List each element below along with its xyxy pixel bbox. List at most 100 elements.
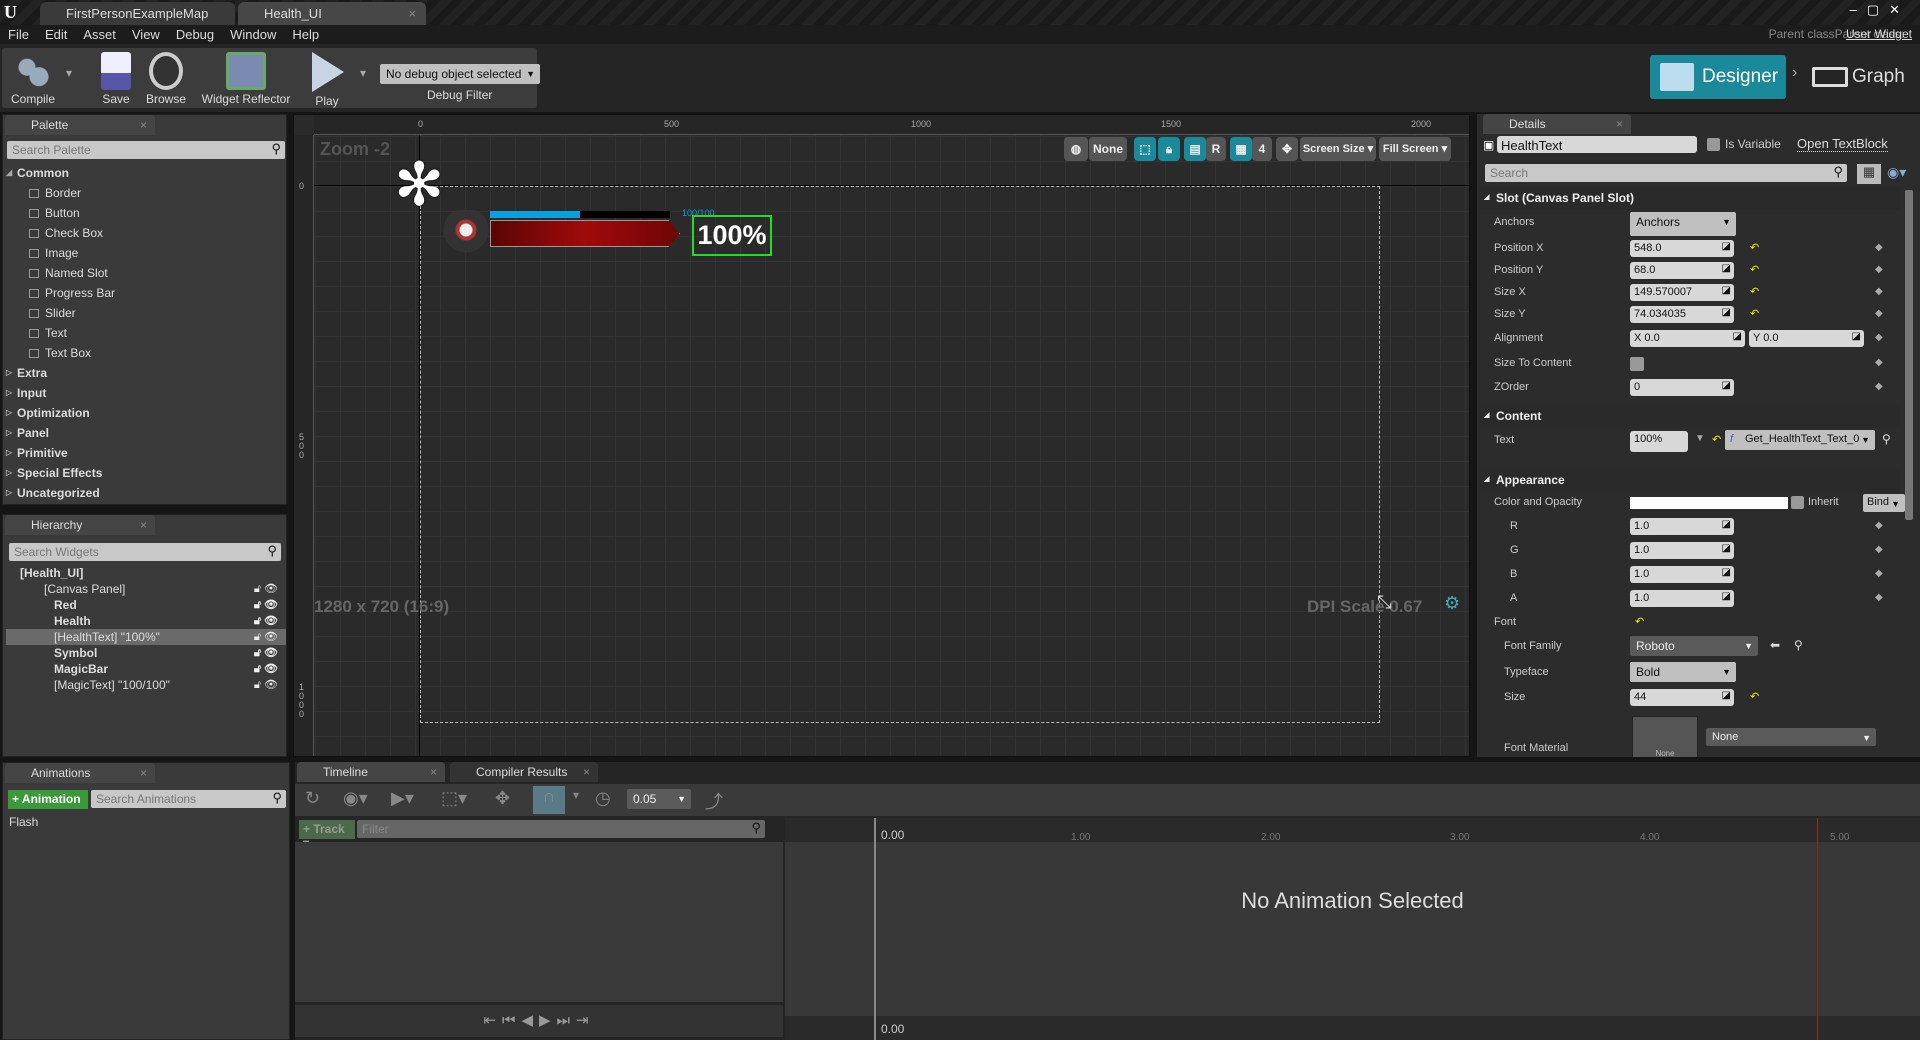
close-icon[interactable]: × — [140, 518, 147, 532]
diamond-key-icon[interactable]: ◆ — [1875, 592, 1883, 603]
save-button[interactable]: Save — [94, 48, 138, 106]
keys-icon[interactable]: ✥ — [495, 788, 510, 809]
palette-item-image[interactable]: Image — [3, 243, 286, 263]
undo-icon[interactable]: ↻ — [305, 788, 320, 809]
selection-icon[interactable]: ⬚▾ — [441, 788, 467, 809]
font-size-input[interactable]: 44 — [1630, 689, 1734, 706]
widget-reflector-button[interactable]: Widget Reflector — [198, 48, 294, 106]
zorder-input[interactable]: 0 — [1630, 379, 1734, 396]
close-icon[interactable]: × — [583, 765, 590, 779]
palette-tab[interactable]: Palette × — [5, 115, 155, 135]
alignment-x-input[interactable]: X 0.0 — [1630, 330, 1745, 347]
tab-map[interactable]: FirstPersonExampleMap — [40, 2, 235, 25]
anchor-icon[interactable]: ✻ — [394, 155, 444, 215]
position-x-input[interactable]: 548.0 — [1630, 240, 1734, 257]
widget-name-input[interactable]: HealthText — [1497, 136, 1697, 153]
diamond-key-icon[interactable]: ◆ — [1875, 332, 1883, 343]
palette-search-input[interactable]: Search Palette ⚲ — [7, 141, 285, 159]
menu-asset[interactable]: Asset — [75, 25, 124, 42]
font-material-thumbnail[interactable]: None — [1632, 716, 1698, 757]
reset-icon[interactable]: ↶ — [1750, 690, 1759, 703]
animations-search-input[interactable]: Search Animations ⚲ — [91, 790, 286, 808]
palette-item-text[interactable]: Text — [3, 323, 286, 343]
visibility-eye-icon[interactable]: ◉▾ — [1887, 164, 1906, 181]
property-matrix-icon[interactable]: ▦ — [1857, 164, 1881, 184]
font-family-dropdown[interactable]: Roboto — [1630, 636, 1758, 656]
end-marker[interactable] — [1817, 818, 1818, 1040]
size-y-input[interactable]: 74.034035 — [1630, 306, 1734, 323]
hierarchy-item-health-text[interactable]: [HealthText] "100%" 🔓︎ 👁︎ — [6, 629, 286, 645]
window-controls[interactable]: ‒▢✕ — [1850, 2, 1910, 18]
track-filter-input[interactable]: Filter ⚲ — [357, 820, 765, 838]
snap-magnet-icon[interactable]: ∩ — [533, 786, 565, 814]
is-variable-checkbox[interactable] — [1707, 138, 1720, 151]
palette-category-uncategorized[interactable]: Uncategorized — [3, 483, 286, 503]
screen-size-dropdown[interactable]: Screen Size ▾ — [1300, 137, 1376, 161]
anchors-dropdown[interactable]: Anchors — [1630, 212, 1736, 236]
ruler-top[interactable]: 0 500 1000 1500 2000 — [314, 115, 1469, 135]
use-selected-arrow-icon[interactable]: ⬅ — [1770, 638, 1780, 652]
text-input[interactable]: 100% — [1630, 431, 1688, 452]
reset-icon[interactable]: ↶ — [1750, 263, 1759, 276]
tab-health-ui[interactable]: Health_UI × — [238, 2, 426, 25]
designer-viewport[interactable]: 0 500 1000 1500 2000 0 500 1000 Zoom -2 … — [293, 114, 1470, 757]
compile-button[interactable]: Compile — [4, 48, 62, 106]
animation-item-flash[interactable]: Flash — [9, 815, 38, 829]
graph-button[interactable]: Graph — [1810, 55, 1918, 99]
b-input[interactable]: 1.0 — [1630, 566, 1734, 583]
designer-button[interactable]: Designer — [1650, 55, 1786, 99]
palette-item-slider[interactable]: Slider — [3, 303, 286, 323]
play-options-chevron-icon[interactable]: ▾ — [360, 66, 366, 80]
reset-icon[interactable]: ↶ — [1750, 241, 1759, 254]
time-ruler-bottom[interactable] — [785, 1016, 1920, 1040]
transport-controls[interactable]: ⇤⏮◀▶⏭⇥ — [295, 1005, 783, 1037]
hierarchy-item-canvas-panel[interactable]: [Canvas Panel] 🔓︎ 👁︎ — [6, 581, 286, 597]
g-input[interactable]: 1.0 — [1630, 542, 1734, 559]
search-icon[interactable]: ⚲ — [1882, 432, 1891, 446]
close-icon[interactable]: × — [140, 766, 147, 780]
hierarchy-item-magic-text[interactable]: [MagicText] "100/100" 🔓︎ 👁︎ — [6, 677, 286, 693]
diamond-key-icon[interactable]: ◆ — [1875, 357, 1883, 368]
palette-category-extra[interactable]: Extra — [3, 363, 286, 383]
hierarchy-item-health[interactable]: Health 🔓︎ 👁︎ — [6, 613, 286, 629]
close-icon[interactable]: × — [408, 6, 416, 21]
play-button[interactable]: Play — [302, 48, 352, 108]
bind-dropdown[interactable]: Bind — [1863, 494, 1905, 512]
section-slot[interactable]: Slot (Canvas Panel Slot) — [1480, 186, 1900, 210]
lock-icon[interactable]: 🔒︎ — [1158, 137, 1180, 161]
lock-visibility-icons[interactable]: 🔓︎ 👁︎ — [254, 597, 278, 613]
close-icon[interactable]: × — [430, 765, 437, 779]
eye-icon[interactable]: ◉▾ — [343, 788, 368, 809]
compile-options-chevron-icon[interactable]: ▾ — [66, 66, 72, 80]
section-appearance[interactable]: Appearance — [1480, 468, 1900, 492]
marquee-toggle-icon[interactable]: ⬚ — [1134, 137, 1156, 161]
diamond-key-icon[interactable]: ◆ — [1875, 568, 1883, 579]
details-scrollbar[interactable] — [1905, 190, 1913, 520]
diamond-key-icon[interactable]: ◆ — [1875, 544, 1883, 555]
none-dropdown[interactable]: None — [1089, 137, 1127, 161]
reset-icon[interactable]: ↶ — [1750, 307, 1759, 320]
typeface-dropdown[interactable]: Bold — [1630, 662, 1736, 682]
a-input[interactable]: 1.0 — [1630, 590, 1734, 607]
menu-file[interactable]: File — [0, 25, 37, 42]
menu-help[interactable]: Help — [284, 25, 327, 42]
color-swatch[interactable] — [1630, 497, 1788, 509]
palette-category-common[interactable]: Common — [3, 163, 286, 183]
fill-screen-dropdown[interactable]: Fill Screen ▾ — [1379, 137, 1451, 161]
timeline-area[interactable]: 0.00 1.00 2.00 3.00 4.00 5.00 0.00 No An… — [785, 818, 1920, 1040]
curve-editor-icon[interactable]: ⤴ — [705, 788, 723, 814]
alignment-y-input[interactable]: Y 0.0 — [1749, 330, 1864, 347]
world-icon[interactable]: ◍ — [1064, 137, 1088, 161]
browse-button[interactable]: Browse — [142, 48, 190, 106]
hierarchy-search-input[interactable]: Search Widgets ⚲ — [9, 543, 281, 561]
lock-visibility-icons[interactable]: 🔓︎ 👁︎ — [254, 581, 278, 597]
hierarchy-item-symbol[interactable]: Symbol 🔓︎ 👁︎ — [6, 645, 286, 661]
ruler-left[interactable]: 0 500 1000 — [294, 135, 314, 756]
diamond-key-icon[interactable]: ◆ — [1875, 381, 1883, 392]
palette-category-input[interactable]: Input — [3, 383, 286, 403]
diamond-key-icon[interactable]: ◆ — [1875, 264, 1883, 275]
palette-category-panel[interactable]: Panel — [3, 423, 286, 443]
lock-visibility-icons[interactable]: 🔓︎ 👁︎ — [254, 613, 278, 629]
grid-size-dropdown[interactable]: 4 — [1252, 137, 1272, 161]
palette-item-progress-bar[interactable]: Progress Bar — [3, 283, 286, 303]
